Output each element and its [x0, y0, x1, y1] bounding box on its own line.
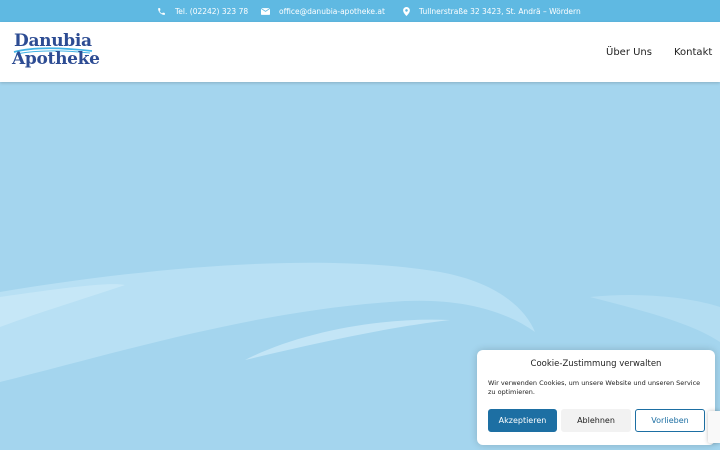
- accept-cookies-button[interactable]: Akzeptieren: [488, 409, 557, 432]
- topbar-phone-text: Tel. (02242) 323 78: [175, 6, 249, 16]
- phone-icon: [158, 7, 165, 15]
- site-header: Danubia Apotheke Über Uns Kontakt: [0, 22, 720, 82]
- recaptcha-badge[interactable]: [708, 411, 720, 443]
- nav-link-kontakt[interactable]: Kontakt: [674, 22, 712, 82]
- topbar-email[interactable]: office@danubia-apotheke.at: [261, 0, 385, 22]
- cookie-dialog-text: Wir verwenden Cookies, um unsere Website…: [488, 379, 701, 396]
- topbar-email-text: office@danubia-apotheke.at: [279, 6, 385, 16]
- envelope-icon: [261, 7, 270, 15]
- top-contact-bar: Tel. (02242) 323 78 office@danubia-apoth…: [0, 0, 720, 22]
- topbar-phone[interactable]: Tel. (02242) 323 78: [157, 0, 248, 22]
- cookie-preferences-button[interactable]: Vorlieben: [635, 409, 705, 432]
- topbar-address[interactable]: Tullnerstraße 32 3423, St. Andrä – Wörde…: [403, 0, 581, 22]
- cookie-dialog-title: Cookie-Zustimmung verwalten: [530, 359, 662, 369]
- deny-cookies-button[interactable]: Ablehnen: [561, 409, 631, 432]
- site-logo[interactable]: Danubia Apotheke: [12, 31, 100, 74]
- topbar-address-text: Tullnerstraße 32 3423, St. Andrä – Wörde…: [419, 6, 581, 16]
- nav-link-ueber-uns[interactable]: Über Uns: [606, 22, 652, 82]
- map-pin-icon: [403, 6, 410, 16]
- cookie-consent-dialog: Cookie-Zustimmung verwalten Wir verwende…: [477, 350, 715, 445]
- logo-text-line2: Apotheke: [12, 49, 100, 69]
